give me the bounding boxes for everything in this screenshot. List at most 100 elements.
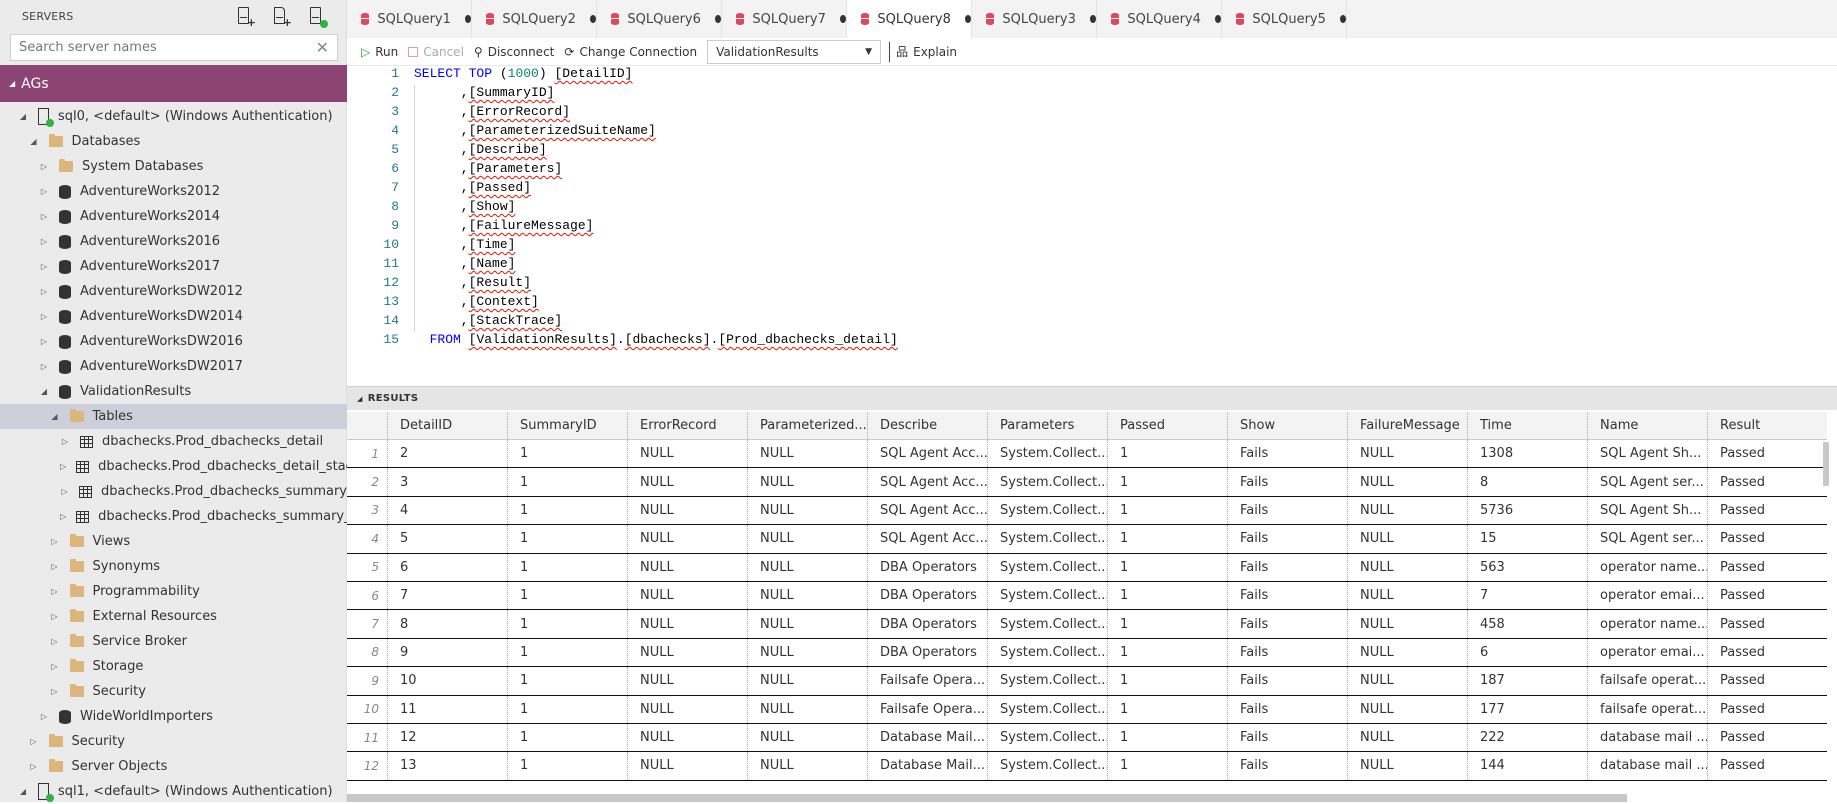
table-cell[interactable]: NULL [747,638,867,667]
collapsed-arrow-icon[interactable]: ▷ [50,612,60,621]
table-row[interactable]: 4 5 1 NULL NULL SQL Agent Acc... System.Collec… [347,525,1827,554]
tree-item[interactable]: ▷ AdventureWorks2014 [0,204,347,229]
search-input[interactable] [19,40,316,55]
table-cell[interactable]: NULL [627,468,747,496]
table-cell[interactable]: NULL [747,468,867,496]
table-cell[interactable]: System.Collect... [987,638,1107,667]
active-connections-icon[interactable] [308,6,328,28]
table-cell[interactable]: operator emai... [1587,581,1707,610]
column-header[interactable]: Time [1467,412,1587,439]
table-cell[interactable]: NULL [627,695,747,723]
tree-item[interactable]: ▷ AdventureWorksDW2012 [0,279,347,304]
tree-item[interactable]: ◢ sql0, <default> (Windows Authentication… [0,104,347,129]
table-cell[interactable]: failsafe operat... [1587,667,1707,695]
table-cell[interactable]: System.Collect... [987,723,1107,752]
collapsed-arrow-icon[interactable]: ▷ [50,587,60,596]
collapsed-arrow-icon[interactable]: ▷ [39,237,49,246]
table-cell[interactable]: NULL [747,610,867,638]
table-cell[interactable]: NULL [1347,752,1467,780]
tab-sqlquery1[interactable]: SQLQuery1 [347,0,472,38]
column-header[interactable]: Name [1587,412,1707,439]
table-cell[interactable]: Fails [1227,723,1347,752]
collapsed-arrow-icon[interactable]: ▷ [29,737,39,746]
table-cell[interactable]: NULL [627,496,747,525]
table-cell[interactable]: NULL [747,553,867,581]
table-cell[interactable]: 1 [1107,496,1227,525]
table-cell[interactable]: Passed [1707,638,1827,667]
table-cell[interactable]: NULL [1347,610,1467,638]
table-cell[interactable]: NULL [1347,667,1467,695]
table-cell[interactable]: System.Collect... [987,667,1107,695]
table-row[interactable]: 3 4 1 NULL NULL SQL Agent Acc... System.Collec… [347,496,1827,526]
tab-sqlquery2[interactable]: SQLQuery2 [472,0,597,38]
server-group-ags[interactable]: ◢ AGs [0,65,347,102]
collapsed-arrow-icon[interactable]: ▷ [50,687,60,696]
table-cell[interactable]: 1 [507,496,627,525]
table-row[interactable]: 2 3 1 NULL NULL SQL Agent Acc... System.Collec… [347,468,1827,497]
table-cell[interactable]: NULL [627,723,747,752]
table-cell[interactable]: operator emai... [1587,638,1707,667]
collapsed-arrow-icon[interactable]: ▷ [50,537,60,546]
table-cell[interactable]: SQL Agent ser... [1587,468,1707,496]
column-header[interactable]: Describe [867,412,987,439]
tree-item[interactable]: ▷ dbachecks.Prod_dbachecks_summary [0,479,347,504]
table-cell[interactable]: NULL [1347,638,1467,667]
column-header[interactable]: Show [1227,412,1347,439]
tree-item[interactable]: ▷ Service Broker [0,629,347,654]
collapsed-arrow-icon[interactable]: ▷ [39,337,49,346]
table-cell[interactable]: Fails [1227,610,1347,638]
tree-item[interactable]: ▷ AdventureWorksDW2014 [0,304,347,329]
table-cell[interactable]: operator name... [1587,553,1707,581]
tree-item[interactable]: ▷ Storage [0,654,347,679]
table-cell[interactable]: NULL [747,440,867,468]
tree-item[interactable]: ◢ Databases [0,129,347,154]
table-row[interactable]: 10 11 1 NULL NULL Failsafe Opera... System.Col… [347,695,1827,724]
disconnect-button[interactable]: ⚲ Disconnect [474,45,554,59]
table-cell[interactable]: 1 [1107,638,1227,667]
collapsed-arrow-icon[interactable]: ▷ [39,712,49,721]
table-cell[interactable]: 1 [1107,581,1227,610]
column-header[interactable]: Parameters [987,412,1107,439]
table-cell[interactable]: 1 [507,667,627,695]
tab-sqlquery7[interactable]: SQLQuery7 [722,0,847,38]
table-row[interactable]: 8 9 1 NULL NULL DBA Operators System.Collect..… [347,638,1827,668]
collapsed-arrow-icon[interactable]: ▷ [39,312,49,321]
tree-item[interactable]: ▷ Views [0,529,347,554]
tree-item[interactable]: ◢ sql1, <default> (Windows Authentication… [0,779,347,804]
table-cell[interactable]: 6 [1467,638,1587,667]
table-cell[interactable]: 177 [1467,695,1587,723]
table-cell[interactable]: Fails [1227,553,1347,581]
table-cell[interactable]: NULL [627,581,747,610]
column-header[interactable]: Parameterized... [747,412,867,439]
tree-item[interactable]: ◢ ValidationResults [0,379,347,404]
table-cell[interactable]: 8 [1467,468,1587,496]
table-cell[interactable]: 1 [1107,440,1227,468]
tree-item[interactable]: ▷ Security [0,679,347,704]
table-cell[interactable]: 1 [507,440,627,468]
explain-button[interactable]: 品 Explain [896,43,957,60]
table-cell[interactable]: Passed [1707,468,1827,496]
table-cell[interactable]: DBA Operators [867,553,987,581]
table-cell[interactable]: NULL [627,553,747,581]
horizontal-scrollbar[interactable] [347,794,1627,802]
table-cell[interactable]: Fails [1227,581,1347,610]
table-cell[interactable]: NULL [747,581,867,610]
table-cell[interactable]: 6 [387,553,507,581]
collapsed-arrow-icon[interactable]: ▷ [50,637,60,646]
table-cell[interactable]: System.Collect... [987,553,1107,581]
table-cell[interactable]: NULL [627,610,747,638]
table-cell[interactable]: SQL Agent Acc... [867,468,987,496]
unsaved-dot-icon[interactable] [1339,15,1346,23]
table-cell[interactable]: 1 [507,525,627,553]
table-row[interactable]: 11 12 1 NULL NULL Database Mail... System.Coll… [347,723,1827,753]
table-cell[interactable]: SQL Agent ser... [1587,525,1707,553]
table-cell[interactable]: 1 [1107,667,1227,695]
tree-item[interactable]: ▷ dbachecks.Prod_dbachecks_detail [0,429,347,454]
table-cell[interactable]: Failsafe Opera... [867,695,987,723]
table-cell[interactable]: Fails [1227,752,1347,780]
table-cell[interactable]: 1 [1107,752,1227,780]
vertical-scrollbar[interactable] [1823,442,1829,486]
table-cell[interactable]: System.Collect... [987,610,1107,638]
sql-editor[interactable]: 1 SELECT TOP (1000) [DetailID] 2 ,[Summary… [347,66,1837,384]
table-cell[interactable]: 12 [387,723,507,752]
